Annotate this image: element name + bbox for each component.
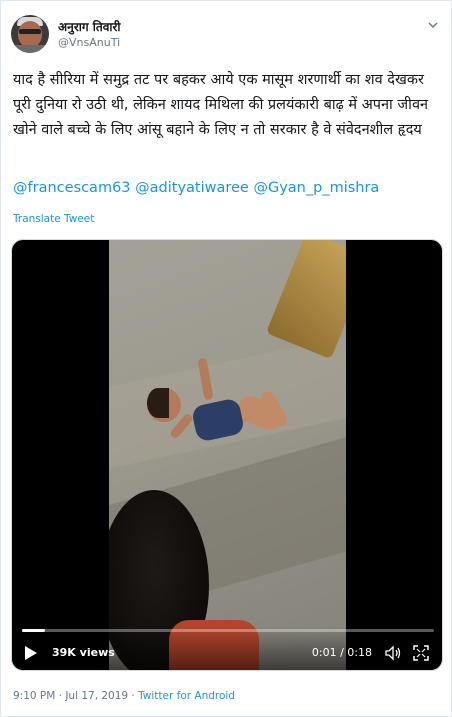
view-count: 39K views [52,646,115,659]
author-names[interactable]: अनुराग तिवारी @VnsAnuTi [58,19,121,50]
mention-link[interactable]: @Gyan_p_mishra [253,180,379,196]
mention-link[interactable]: @adityatiwaree [135,180,249,196]
translate-tweet-link[interactable]: Translate Tweet [13,213,94,225]
tweet-card: अनुराग तिवारी @VnsAnuTi याद है सीरिया मे… [0,0,452,717]
author-handle[interactable]: @VnsAnuTi [58,35,121,50]
video-progress-fill [22,629,46,632]
tweet-source-link[interactable]: Twitter for Android [138,690,235,702]
tweet-timestamp[interactable]: 9:10 PM · Jul 17, 2019 · [13,690,138,702]
play-icon[interactable] [24,645,38,661]
volume-icon[interactable] [384,644,402,662]
tweet-header: अनुराग तिवारी @VnsAnuTi [11,15,443,55]
tweet-footer: 9:10 PM · Jul 17, 2019 · Twitter for And… [13,690,235,702]
tweet-mentions: @francescam63 @adityatiwaree @Gyan_p_mis… [13,178,441,198]
avatar[interactable] [11,15,49,53]
author-display-name[interactable]: अनुराग तिवारी [58,19,121,35]
video-progress-bar[interactable] [22,629,434,632]
chevron-down-icon[interactable] [425,19,441,35]
mention-link[interactable]: @francescam63 [13,180,131,196]
tweet-text: याद है सीरिया में समुद्र तट पर बहकर आये … [13,72,429,138]
video-time: 0:01 / 0:18 [311,646,372,659]
fullscreen-icon[interactable] [412,644,430,662]
video-frame[interactable] [109,240,346,670]
video-player[interactable]: 39K views 0:01 / 0:18 [11,239,443,671]
